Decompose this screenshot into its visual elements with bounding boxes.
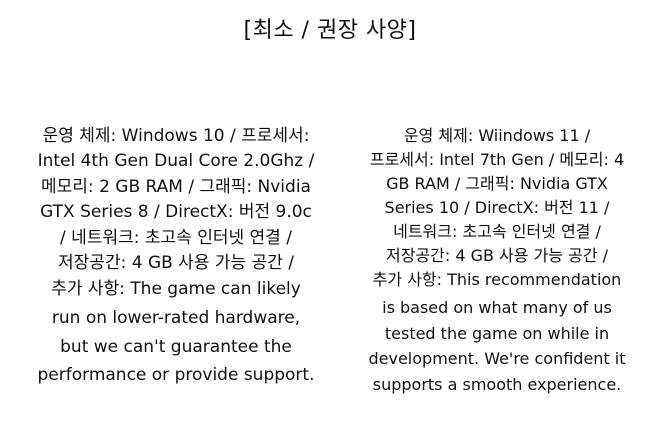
minimum-spec-column: 운영 체제: Windows 10 / 프로세서: Intel 4th Gen … xyxy=(20,98,332,415)
recommended-spec-text: 운영 체제: Wiindows 11 / 프로세서: Intel 7th Gen… xyxy=(369,126,625,289)
minimum-spec-note: run on lower-rated hardware, but we can'… xyxy=(37,308,315,385)
recommended-spec-column: 운영 체제: Wiindows 11 / 프로세서: Intel 7th Gen… xyxy=(350,100,644,421)
page-title: [최소 / 권장 사양] xyxy=(243,18,417,43)
minimum-spec-text: 운영 체제: Windows 10 / 프로세서: Intel 4th Gen … xyxy=(37,125,315,299)
recommended-spec-note: is based on what many of us tested the g… xyxy=(368,298,626,394)
